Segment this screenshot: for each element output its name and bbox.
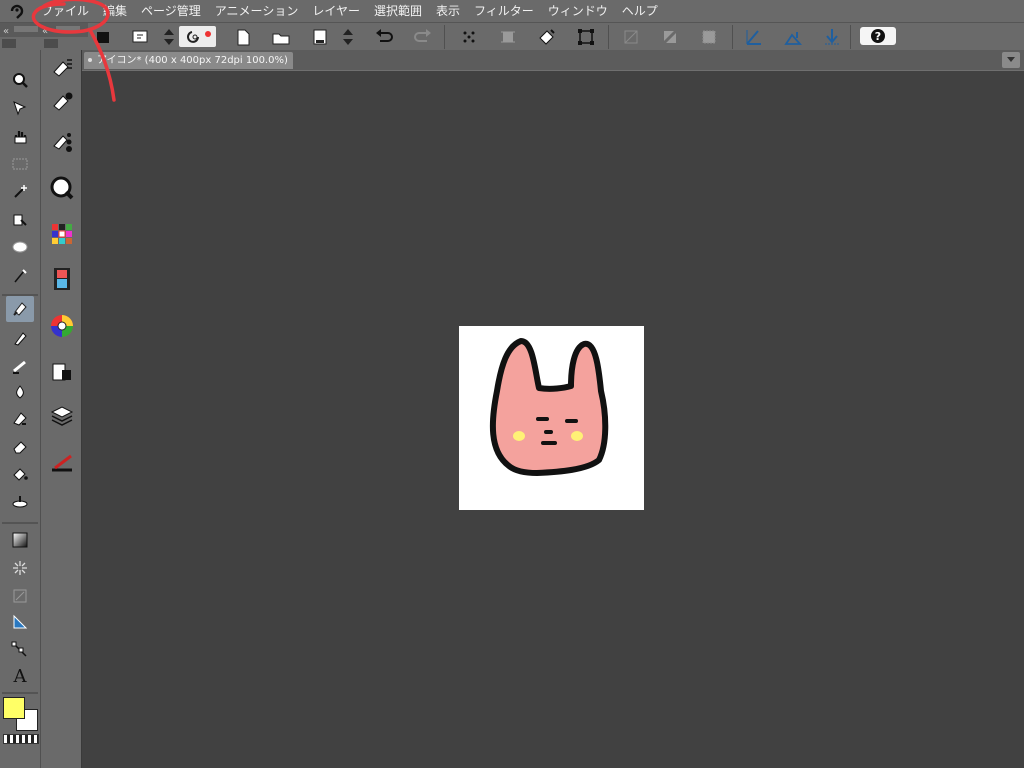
tool-property-panel-icon[interactable]	[48, 88, 76, 116]
blend-tool-icon[interactable]	[8, 380, 32, 404]
gradient-fill-tool-icon[interactable]	[8, 490, 32, 514]
save-icon[interactable]	[309, 26, 331, 48]
stepper-icon[interactable]	[158, 26, 180, 48]
text-tool-icon[interactable]: A	[8, 664, 32, 688]
show-selection-icon[interactable]	[698, 26, 720, 48]
fill-icon[interactable]	[536, 26, 558, 48]
menu-file[interactable]: ファイル	[34, 0, 96, 22]
clear-selection-icon[interactable]	[458, 26, 480, 48]
panel-icon-strip	[41, 50, 82, 768]
operation-tool-icon[interactable]	[8, 96, 32, 120]
airbrush-tool-icon[interactable]	[8, 354, 32, 378]
navigator-panel-icon[interactable]	[48, 174, 76, 202]
menu-animation[interactable]: アニメーション	[208, 0, 306, 22]
undo-icon[interactable]	[373, 26, 395, 48]
pencil-tool-icon[interactable]	[8, 326, 32, 350]
menu-bar: ファイル 編集 ページ管理 アニメーション レイヤー 選択範囲 表示 フィルター…	[0, 0, 1024, 23]
pen-tool-icon[interactable]	[8, 264, 32, 288]
new-canvas-icon[interactable]	[92, 26, 114, 48]
speech-bubble-tool-icon[interactable]	[8, 236, 32, 260]
help-button[interactable]: ?	[860, 27, 896, 45]
document-tab-title: アイコン* (400 x 400px 72dpi 100.0%)	[97, 55, 288, 66]
document-tab[interactable]: アイコン* (400 x 400px 72dpi 100.0%)	[84, 52, 293, 69]
canvas[interactable]	[459, 326, 644, 510]
open-file-icon[interactable]	[270, 26, 292, 48]
save-stepper-icon[interactable]	[337, 26, 359, 48]
menu-view[interactable]: 表示	[429, 0, 467, 22]
file-properties-icon[interactable]	[130, 26, 152, 48]
crop-icon[interactable]	[497, 26, 519, 48]
hand-tool-icon[interactable]	[8, 124, 32, 148]
figure-tool-icon[interactable]	[8, 556, 32, 580]
tab-close-icon[interactable]	[88, 58, 92, 62]
svg-text:«: «	[3, 26, 9, 37]
animation-timeline-panel-icon[interactable]	[48, 265, 76, 293]
redo-icon[interactable]	[412, 26, 434, 48]
tool-palette: A	[0, 50, 41, 768]
new-file-icon[interactable]	[232, 26, 254, 48]
brush-size-panel-icon[interactable]	[48, 128, 76, 156]
eyedropper-tool-icon[interactable]	[8, 208, 32, 232]
app-logo-icon[interactable]	[0, 0, 34, 22]
ruler-tool-icon[interactable]	[8, 610, 32, 634]
rabbit-illustration	[489, 338, 609, 476]
panel-controls: « «	[0, 23, 88, 50]
text-tool-label: A	[13, 665, 27, 687]
frame-border-tool-icon[interactable]	[8, 584, 32, 608]
help-label: ?	[875, 30, 881, 43]
menu-layer[interactable]: レイヤー	[305, 0, 367, 22]
fill-tool-icon[interactable]	[8, 462, 32, 486]
snap-to-ruler-icon[interactable]	[743, 26, 765, 48]
gradient-tool-icon[interactable]	[8, 528, 32, 552]
svg-text:«: «	[42, 26, 48, 37]
sub-tool-panel-icon[interactable]	[48, 54, 76, 82]
decoration-tool-icon[interactable]	[8, 406, 32, 430]
correct-line-tool-icon[interactable]	[8, 638, 32, 662]
menu-filter[interactable]: フィルター	[467, 0, 541, 22]
selection-mask-icon[interactable]	[659, 26, 681, 48]
menu-window[interactable]: ウィンドウ	[541, 0, 615, 22]
auto-select-tool-icon[interactable]	[8, 180, 32, 204]
command-bar: « « ?	[0, 23, 1024, 51]
menu-selection[interactable]: 選択範囲	[367, 0, 429, 22]
record-timelapse-button[interactable]	[179, 26, 216, 47]
menu-page-management[interactable]: ページ管理	[134, 0, 208, 22]
menu-help[interactable]: ヘルプ	[615, 0, 665, 22]
hide-outside-selection-icon[interactable]	[620, 26, 642, 48]
layer-panel-icon[interactable]	[48, 402, 76, 430]
tab-menu-chevron-down-icon[interactable]	[1002, 52, 1020, 68]
selection-tool-icon[interactable]	[8, 152, 32, 176]
transparent-color-swatch[interactable]	[3, 734, 39, 744]
material-panel-icon[interactable]	[48, 448, 76, 476]
main-color-swatch[interactable]	[3, 697, 25, 719]
eraser-tool-icon[interactable]	[8, 434, 32, 458]
snap-to-grid-icon[interactable]	[821, 26, 843, 48]
menu-edit[interactable]: 編集	[96, 0, 134, 22]
layer-property-panel-icon[interactable]	[48, 358, 76, 386]
transform-icon[interactable]	[575, 26, 597, 48]
snap-to-special-ruler-icon[interactable]	[782, 26, 804, 48]
color-wheel-panel-icon[interactable]	[48, 312, 76, 340]
zoom-tool-icon[interactable]	[8, 68, 32, 92]
brush-tool-icon[interactable]	[6, 296, 34, 322]
color-swatches[interactable]	[3, 697, 39, 733]
color-set-panel-icon[interactable]	[48, 220, 76, 248]
